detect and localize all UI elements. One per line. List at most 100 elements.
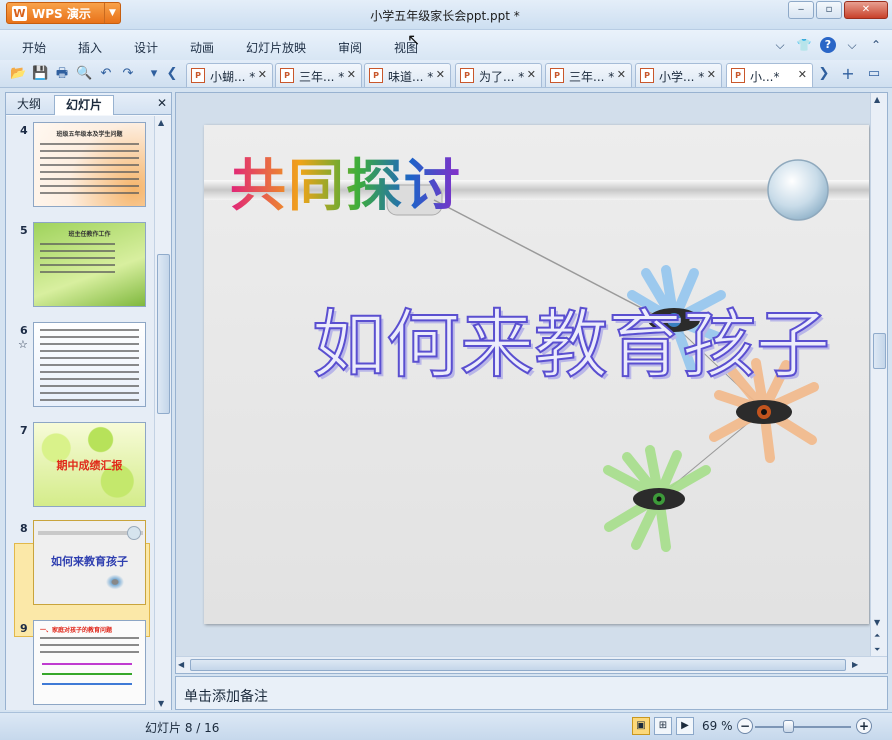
close-button[interactable]: ✕ bbox=[844, 1, 888, 19]
document-tab[interactable]: P 三年... * ✕ bbox=[275, 63, 362, 87]
minimize-button[interactable]: ‒ bbox=[788, 1, 814, 19]
document-tab[interactable]: P 小学... * ✕ bbox=[635, 63, 722, 87]
lens-circle bbox=[767, 159, 829, 221]
document-tab[interactable]: P 为了... * ✕ bbox=[455, 63, 542, 87]
thumbnail-title: 一、家庭对孩子的教育问题 bbox=[40, 627, 113, 634]
undo-icon[interactable]: ↶ bbox=[98, 66, 114, 82]
ribbon-collapse-icon[interactable]: ⌃ bbox=[868, 37, 884, 53]
scroll-down-icon[interactable]: ▼ bbox=[158, 699, 164, 708]
ppt-file-icon: P bbox=[550, 68, 564, 83]
scrollbar-thumb[interactable] bbox=[157, 254, 170, 414]
menu-home[interactable]: 开始 bbox=[22, 39, 46, 56]
tab-label: 三年... * bbox=[299, 70, 345, 84]
close-icon[interactable]: ✕ bbox=[347, 68, 356, 81]
slide-number: 5 bbox=[20, 224, 28, 237]
editor-horizontal-scrollbar[interactable]: ◀ ▶ bbox=[176, 656, 887, 673]
document-tab-active[interactable]: P 小...* ✕ bbox=[726, 63, 813, 87]
redo-icon[interactable]: ↷ bbox=[120, 66, 136, 82]
slide-number: 4 bbox=[20, 124, 28, 137]
slide-counter: 幻灯片 8 / 16 bbox=[145, 721, 220, 735]
slide-subtitle[interactable]: 如何来教育孩子 bbox=[311, 285, 831, 392]
open-folder-icon[interactable]: 📂 bbox=[10, 66, 26, 82]
restore-button[interactable]: ▫ bbox=[816, 1, 842, 19]
slideshow-icon[interactable]: ▶ bbox=[676, 717, 694, 735]
title-bar: W WPS 演示 ▼ 小学五年级家长会ppt.ppt * ‒ ▫ ✕ bbox=[0, 0, 892, 30]
menu-design[interactable]: 设计 bbox=[134, 39, 158, 56]
close-icon[interactable]: ✕ bbox=[157, 96, 167, 110]
tab-scroll-left-icon[interactable]: ❮ bbox=[164, 66, 180, 82]
slide-thumbnail-selected[interactable]: 如何来教育孩子 bbox=[33, 520, 146, 605]
document-tab[interactable]: P 三年... * ✕ bbox=[545, 63, 632, 87]
scroll-up-icon[interactable]: ▲ bbox=[158, 118, 164, 127]
document-tab[interactable]: P 味道... * ✕ bbox=[364, 63, 451, 87]
close-icon[interactable]: ✕ bbox=[258, 68, 267, 81]
close-icon[interactable]: ✕ bbox=[617, 68, 626, 81]
new-tab-icon[interactable]: + bbox=[840, 66, 856, 82]
scroll-left-icon[interactable]: ◀ bbox=[178, 660, 184, 669]
thumbnail-title: 期中成绩汇报 bbox=[56, 459, 123, 472]
zoom-out-icon[interactable]: − bbox=[737, 718, 753, 734]
notes-pane[interactable]: 单击添加备注 bbox=[175, 676, 888, 710]
previous-slide-icon[interactable]: ⏶ bbox=[874, 631, 880, 641]
scroll-down-icon[interactable]: ▼ bbox=[874, 618, 880, 627]
close-icon[interactable]: ✕ bbox=[436, 68, 445, 81]
menu-slideshow[interactable]: 幻灯片放映 bbox=[246, 39, 306, 56]
scroll-right-icon[interactable]: ▶ bbox=[852, 660, 858, 669]
scroll-up-icon[interactable]: ▲ bbox=[874, 95, 880, 104]
menu-bar: 开始 插入 设计 动画 幻灯片放映 审阅 视图 ⌵ 👕 ? ⌵ ⌃ bbox=[0, 30, 892, 60]
slide-thumbnail[interactable]: 班级五年级本及学生问题 bbox=[33, 122, 146, 207]
thumbnail-scrollbar[interactable]: ▲ ▼ bbox=[154, 116, 171, 710]
document-tab[interactable]: P 小蝴... * ✕ bbox=[186, 63, 273, 87]
normal-view-icon[interactable]: ▣ bbox=[632, 717, 650, 735]
close-icon[interactable]: ✕ bbox=[707, 68, 716, 81]
slide-number: 8 bbox=[20, 522, 28, 535]
slide-title[interactable]: 共同探讨 bbox=[230, 141, 462, 222]
shirt-icon[interactable]: 👕 bbox=[796, 37, 812, 53]
save-icon[interactable]: 💾 bbox=[32, 66, 48, 82]
slide-sorter-icon[interactable]: ⊞ bbox=[654, 717, 672, 735]
toolbar-menu-icon[interactable]: ▾ bbox=[146, 66, 162, 82]
close-icon[interactable]: ✕ bbox=[798, 68, 807, 81]
wps-logo-label: WPS 演示 bbox=[32, 6, 91, 21]
ppt-file-icon: P bbox=[191, 68, 205, 83]
window-list-icon[interactable]: ▭ bbox=[866, 66, 882, 82]
slide-canvas[interactable]: 共同探讨 如何来教育孩子 bbox=[204, 125, 869, 624]
menu-insert[interactable]: 插入 bbox=[78, 39, 102, 56]
menu-animation[interactable]: 动画 bbox=[190, 39, 214, 56]
slide-thumbnail[interactable]: 一、家庭对孩子的教育问题 bbox=[33, 620, 146, 705]
animation-star-icon: ☆ bbox=[18, 338, 28, 351]
close-icon[interactable]: ✕ bbox=[527, 68, 536, 81]
print-icon[interactable]: 🖶 bbox=[54, 66, 70, 82]
menu-review[interactable]: 审阅 bbox=[338, 39, 362, 56]
wps-logo-icon: W bbox=[12, 5, 27, 21]
slide-thumbnail[interactable]: 期中成绩汇报 bbox=[33, 422, 146, 507]
editor-vertical-scrollbar[interactable]: ▲ ▼ ⏶ ⏷ bbox=[870, 93, 887, 657]
zoom-slider-handle[interactable] bbox=[783, 720, 794, 733]
slide-thumbnail[interactable] bbox=[33, 322, 146, 407]
mouse-cursor-icon: ↖ bbox=[407, 30, 421, 49]
chevron-down-icon[interactable]: ▼ bbox=[104, 3, 120, 23]
ppt-file-icon: P bbox=[640, 68, 654, 83]
next-slide-icon[interactable]: ⏷ bbox=[874, 645, 880, 655]
tab-slides[interactable]: 幻灯片 bbox=[54, 95, 114, 115]
status-bar: 幻灯片 8 / 16 ▣ ⊞ ▶ 69 % − + bbox=[0, 712, 892, 740]
scrollbar-thumb[interactable] bbox=[873, 333, 886, 369]
tab-outline[interactable]: 大纲 bbox=[8, 95, 50, 115]
slide-number: 6 bbox=[20, 324, 28, 337]
chevron-down-icon[interactable]: ⌵ bbox=[844, 37, 860, 53]
slides-panel: 大纲 幻灯片 ✕ 4 班级五年级本及学生问题 5 班主任教作工作 6 ☆ 7 期… bbox=[5, 92, 172, 710]
wps-menu-button[interactable]: W WPS 演示 ▼ bbox=[6, 2, 121, 24]
toolbar: 📂 💾 🖶 🔍 ↶ ↷ ▾ ❮ P 小蝴... * ✕ P 三年... * ✕ … bbox=[0, 60, 892, 88]
tab-label: 小...* bbox=[750, 70, 780, 84]
chevron-down-icon[interactable]: ⌵ bbox=[772, 37, 788, 53]
slide-thumbnails: 4 班级五年级本及学生问题 5 班主任教作工作 6 ☆ 7 期中成绩汇报 8 如… bbox=[6, 116, 154, 710]
scrollbar-thumb[interactable] bbox=[190, 659, 846, 671]
slide-thumbnail[interactable]: 班主任教作工作 bbox=[33, 222, 146, 307]
ppt-file-icon: P bbox=[280, 68, 294, 83]
ppt-file-icon: P bbox=[369, 68, 383, 83]
zoom-slider[interactable] bbox=[755, 726, 851, 728]
zoom-in-icon[interactable]: + bbox=[856, 718, 872, 734]
help-icon[interactable]: ? bbox=[820, 37, 836, 53]
print-preview-icon[interactable]: 🔍 bbox=[76, 66, 92, 82]
tab-scroll-right-icon[interactable]: ❯ bbox=[816, 66, 832, 82]
